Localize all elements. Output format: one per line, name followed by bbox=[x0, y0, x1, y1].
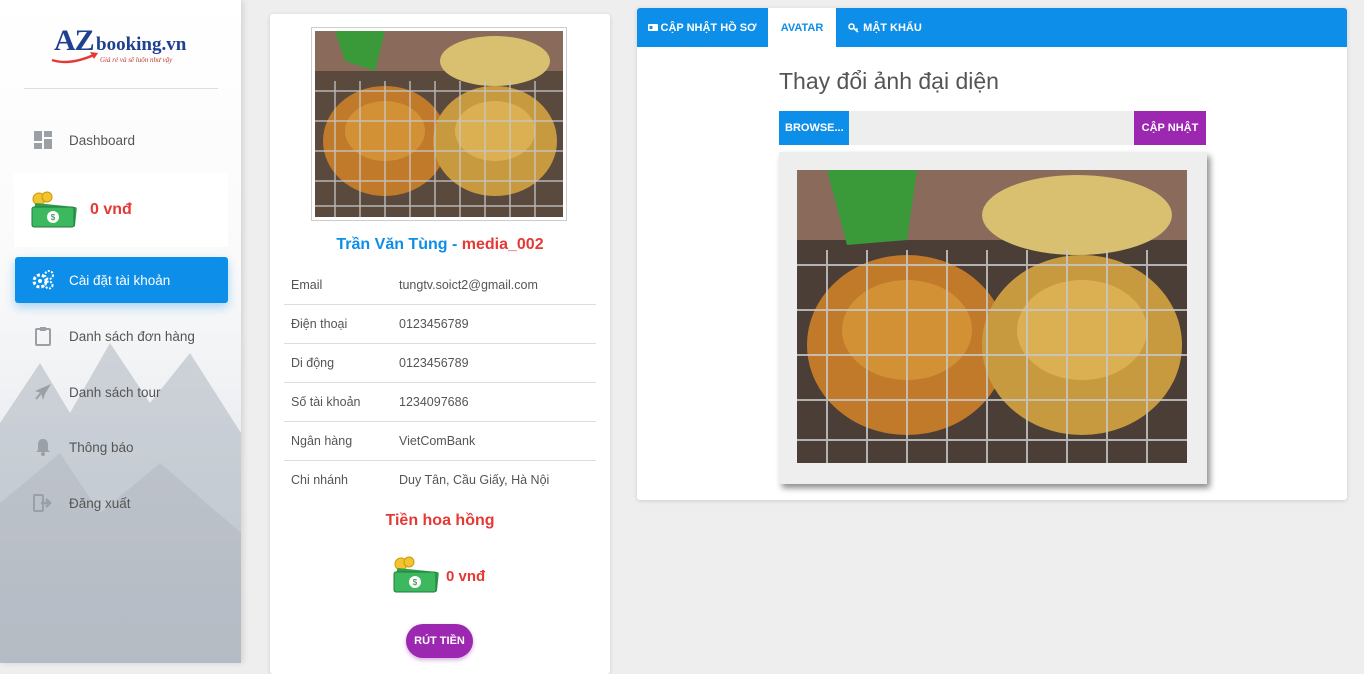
grilled-chicken-image bbox=[315, 31, 563, 217]
tab-label: AVATAR bbox=[780, 21, 824, 34]
sidebar-item-orders[interactable]: Danh sách đơn hàng bbox=[15, 313, 228, 359]
table-row: Chi nhánh Duy Tân, Cầu Giấy, Hà Nội bbox=[284, 461, 596, 500]
settings-panel: CẬP NHẬT HỒ SƠ AVATAR MẬT KHẨU Thay đổi … bbox=[637, 8, 1347, 500]
clipboard-icon bbox=[23, 326, 63, 346]
key-icon bbox=[848, 22, 860, 33]
browse-button[interactable]: BROWSE... bbox=[779, 111, 849, 145]
grilled-chicken-image bbox=[797, 170, 1187, 463]
dashboard-icon bbox=[23, 131, 63, 149]
sidebar-divider bbox=[24, 88, 218, 89]
tab-label: CẬP NHẬT HỒ SƠ bbox=[660, 21, 757, 34]
money-icon: $ bbox=[30, 191, 80, 229]
field-key: Số tài khoản bbox=[284, 382, 399, 422]
sidebar-item-label: Cài đặt tài khoản bbox=[69, 272, 171, 288]
profile-name: Trần Văn Tùng - media_002 bbox=[270, 236, 610, 254]
section-title: Thay đổi ảnh đại diện bbox=[779, 68, 999, 94]
sidebar-item-account-settings[interactable]: Cài đặt tài khoản bbox=[15, 257, 228, 303]
sidebar-item-notifications[interactable]: Thông báo bbox=[15, 424, 228, 470]
tab-password[interactable]: MẬT KHẨU bbox=[837, 8, 933, 47]
tab-avatar[interactable]: AVATAR bbox=[768, 8, 836, 47]
sidebar-item-label: Danh sách đơn hàng bbox=[69, 328, 195, 344]
field-value: tungtv.soict2@gmail.com bbox=[399, 266, 596, 305]
profile-info-table: Email tungtv.soict2@gmail.com Điện thoại 0… bbox=[284, 266, 596, 499]
full-name: Trần Văn Tùng bbox=[336, 236, 448, 253]
tab-bar: CẬP NHẬT HỒ SƠ AVATAR MẬT KHẨU bbox=[637, 8, 1347, 47]
field-value: 1234097686 bbox=[399, 382, 596, 422]
svg-text:$: $ bbox=[51, 213, 56, 222]
money-icon: $ bbox=[392, 556, 442, 596]
airplane-icon bbox=[23, 382, 63, 402]
gears-icon bbox=[23, 270, 63, 290]
field-key: Di động bbox=[284, 343, 399, 383]
field-value: 0123456789 bbox=[399, 343, 596, 383]
logo-swoosh-icon bbox=[51, 52, 98, 64]
sidebar-item-label: Dashboard bbox=[69, 132, 136, 148]
field-key: Chi nhánh bbox=[291, 473, 348, 487]
sidebar: AZ booking.vn Giá rẻ và sẽ luôn như vậy … bbox=[0, 0, 241, 663]
table-row: Số tài khoản 1234097686 bbox=[284, 382, 596, 422]
field-key: Ngân hàng bbox=[284, 421, 399, 461]
profile-card: Trần Văn Tùng - media_002 Email tungtv.so… bbox=[270, 14, 610, 674]
azbooking-logo[interactable]: AZ booking.vn Giá rẻ và sẽ luôn như vậy bbox=[50, 24, 200, 74]
file-upload-field[interactable]: BROWSE... CẬP NHẬT bbox=[779, 111, 1206, 145]
sidebar-item-dashboard[interactable]: Dashboard bbox=[15, 117, 228, 163]
field-key: Điện thoại bbox=[284, 304, 399, 344]
update-avatar-button[interactable]: CẬP NHẬT bbox=[1134, 111, 1206, 145]
bell-icon bbox=[23, 438, 63, 456]
id-card-icon bbox=[647, 23, 658, 32]
field-value: Duy Tân, Cầu Giấy, Hà Nội bbox=[399, 473, 550, 487]
sidebar-item-label: Đăng xuất bbox=[69, 495, 131, 511]
sidebar-item-logout[interactable]: Đăng xuất bbox=[15, 480, 228, 526]
svg-text:$: $ bbox=[413, 578, 418, 587]
balance-amount: 0 vnđ bbox=[90, 201, 132, 218]
commission-title: Tiền hoa hồng bbox=[385, 512, 495, 529]
table-row: Di động 0123456789 bbox=[284, 343, 596, 383]
field-value: 0123456789 bbox=[399, 304, 596, 344]
withdraw-button[interactable]: RÚT TIỀN bbox=[406, 624, 473, 658]
logout-icon bbox=[23, 494, 63, 512]
balance-card: $ 0 vnđ bbox=[14, 173, 228, 247]
profile-photo bbox=[311, 27, 567, 221]
sidebar-item-label: Danh sách tour bbox=[69, 384, 161, 400]
field-key: Email bbox=[284, 266, 399, 305]
commission-value: 0 vnđ bbox=[446, 567, 486, 585]
username: media_002 bbox=[461, 236, 544, 253]
sidebar-item-tours[interactable]: Danh sách tour bbox=[15, 369, 228, 415]
table-row: Điện thoại 0123456789 bbox=[284, 304, 596, 344]
sidebar-item-label: Thông báo bbox=[69, 439, 134, 455]
tab-update-profile[interactable]: CẬP NHẬT HỒ SƠ bbox=[637, 8, 767, 47]
tab-label: MẬT KHẨU bbox=[863, 21, 922, 34]
table-row: Email tungtv.soict2@gmail.com bbox=[284, 266, 596, 305]
name-separator: - bbox=[447, 236, 462, 253]
avatar-preview bbox=[779, 152, 1207, 484]
commission-amount: $ 0 vnđ bbox=[392, 556, 485, 596]
table-row: Ngân hàng VietComBank bbox=[284, 421, 596, 461]
field-value: VietComBank bbox=[399, 421, 596, 461]
